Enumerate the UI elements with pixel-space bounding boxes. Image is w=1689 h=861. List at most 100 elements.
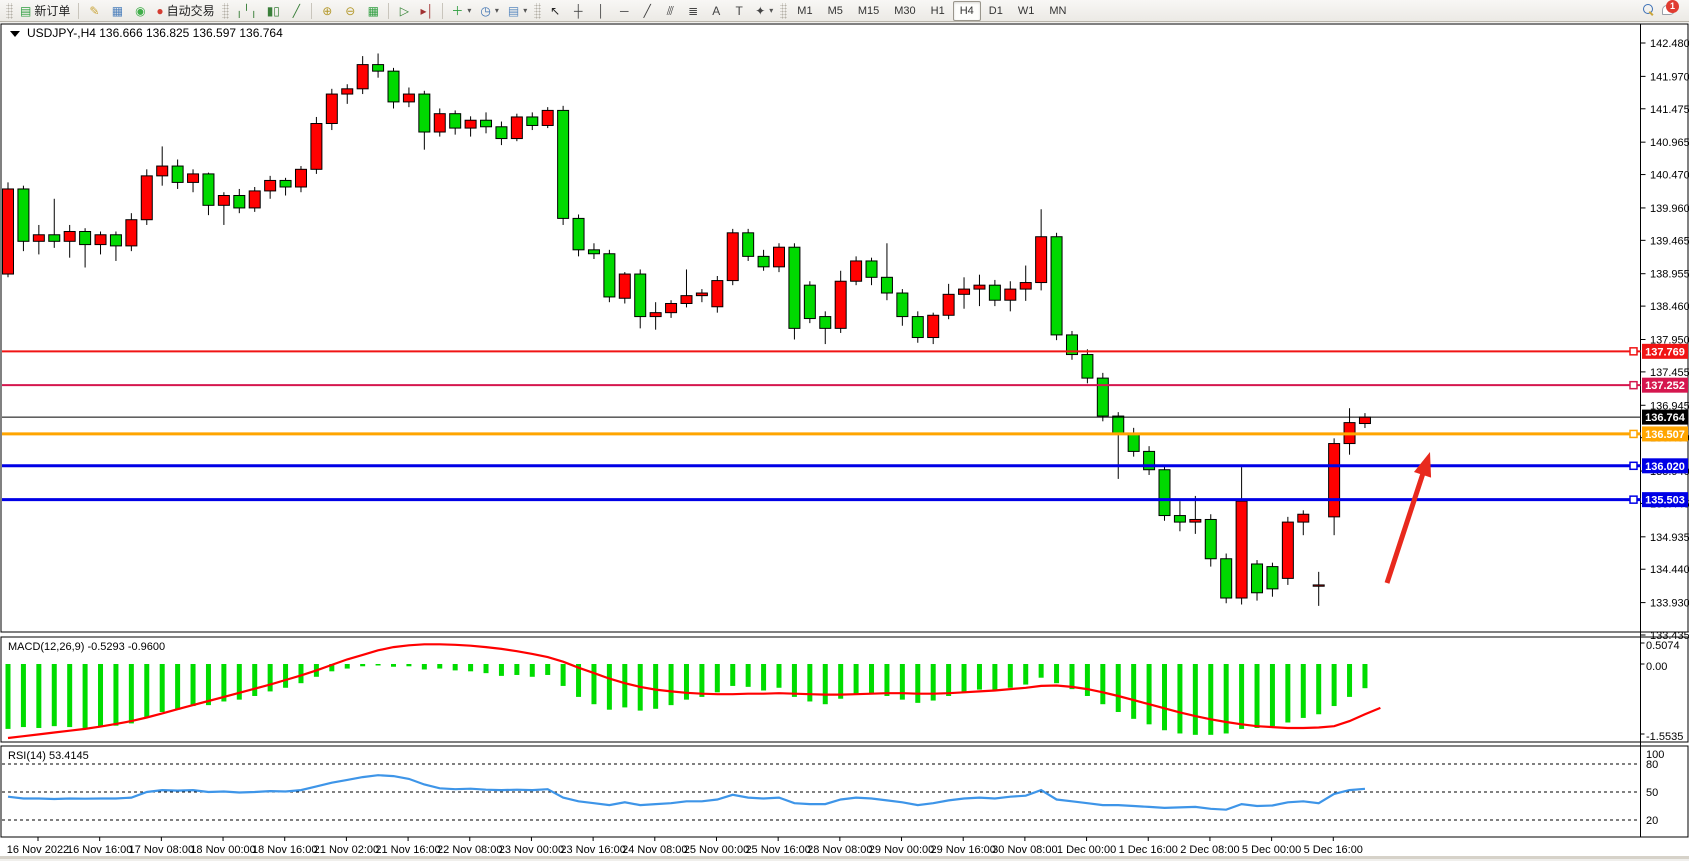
timeframe-button-h1[interactable]: H1 — [924, 1, 952, 21]
timeframe-button-d1[interactable]: D1 — [982, 1, 1010, 21]
chevron-down-icon[interactable]: ▾ — [467, 6, 471, 15]
arrows-button[interactable]: ✦▾ — [751, 1, 777, 21]
fibonacci-icon: ≣ — [688, 5, 698, 17]
time-axis-label: 21 Nov 02:00 — [314, 844, 379, 856]
time-axis-label: 25 Nov 00:00 — [684, 844, 749, 856]
macd-histogram-bar — [514, 664, 519, 675]
macd-histogram-bar — [360, 664, 365, 666]
line-handle[interactable] — [1630, 496, 1637, 503]
market-watch-button[interactable]: ▦ — [106, 1, 128, 21]
autotrading-button[interactable]: ●自动交易 — [152, 1, 218, 21]
time-axis-label: 29 Nov 16:00 — [930, 844, 995, 856]
timeframe-button-h4[interactable]: H4 — [953, 1, 981, 21]
periods-button[interactable]: ◷▾ — [476, 1, 503, 21]
chat-button[interactable]: 1 — [1662, 2, 1675, 20]
line-handle[interactable] — [1630, 462, 1637, 469]
chevron-down-icon[interactable]: ▾ — [523, 6, 527, 15]
time-axis-label: 21 Nov 16:00 — [375, 844, 440, 856]
time-axis-label: 28 Nov 08:00 — [807, 844, 872, 856]
candlestick-type-icon: ▮▯ — [267, 5, 280, 17]
chart-shift-button[interactable]: ▸│ — [416, 1, 438, 21]
equidistant-channel-button[interactable]: ⫻ — [659, 1, 681, 21]
timeframe-button-w1[interactable]: W1 — [1011, 1, 1042, 21]
line-chart-type-button[interactable]: ╱ — [285, 1, 307, 21]
macd-histogram-bar — [1316, 664, 1321, 714]
price-tick-label: 137.455 — [1650, 367, 1689, 379]
candle — [188, 174, 199, 183]
candle — [866, 261, 877, 277]
chart-window: 142.480141.970141.475140.965140.470139.9… — [0, 23, 1689, 856]
candle — [1036, 237, 1047, 283]
macd-histogram-bar — [869, 664, 874, 693]
macd-histogram-bar — [1193, 664, 1198, 735]
text-label-icon: T — [736, 5, 743, 17]
macd-histogram-bar — [992, 664, 997, 690]
notification-badge: 1 — [1666, 0, 1679, 13]
candle — [1313, 585, 1324, 586]
toolbar-separator — [78, 3, 79, 19]
candle — [604, 254, 615, 297]
text-label-button[interactable]: T — [728, 1, 750, 21]
timeframe-button-m1[interactable]: M1 — [790, 1, 819, 21]
macd-histogram-bar — [422, 664, 427, 669]
timeframe-button-m15[interactable]: M15 — [851, 1, 886, 21]
candle — [666, 303, 677, 312]
indicators-button[interactable]: ＋▾ — [447, 1, 475, 21]
text-button[interactable]: A — [705, 1, 727, 21]
candle — [542, 110, 553, 125]
timeframe-button-m30[interactable]: M30 — [887, 1, 922, 21]
search-button[interactable] — [1643, 2, 1654, 20]
macd-histogram-bar — [1162, 664, 1167, 730]
timeframe-button-mn[interactable]: MN — [1042, 1, 1073, 21]
line-handle[interactable] — [1630, 430, 1637, 437]
vertical-line-icon: │ — [597, 5, 605, 17]
macd-histogram-bar — [746, 664, 751, 687]
trading-app-window: ▤新订单✎▦◉●自动交易╷╵╷▮▯╱⊕⊖▦▷▸│＋▾◷▾▤▾↖┼│─╱⫻≣AT✦… — [0, 0, 1689, 859]
line-handle[interactable] — [1630, 382, 1637, 389]
candlestick-type-button[interactable]: ▮▯ — [262, 1, 284, 21]
timeframe-button-m5[interactable]: M5 — [821, 1, 850, 21]
macd-histogram-bar — [1023, 664, 1028, 685]
autotrading-icon: ● — [156, 5, 163, 17]
auto-scroll-button[interactable]: ▷ — [393, 1, 415, 21]
time-axis-label: 17 Nov 08:00 — [129, 844, 194, 856]
horizontal-line-icon: ─ — [620, 5, 629, 17]
trendline-button[interactable]: ╱ — [636, 1, 658, 21]
cursor-button[interactable]: ↖ — [544, 1, 566, 21]
new-order-button[interactable]: ▤新订单 — [16, 1, 74, 21]
signals-button[interactable]: ◉ — [129, 1, 151, 21]
toolbar-separator — [311, 3, 312, 19]
macd-histogram-bar — [406, 664, 411, 666]
macd-histogram-bar — [1131, 664, 1136, 719]
zoom-in-icon: ⊕ — [322, 5, 332, 17]
crosshair-button[interactable]: ┼ — [567, 1, 589, 21]
tile-windows-button[interactable]: ▦ — [362, 1, 384, 21]
candle — [959, 289, 970, 294]
candle — [696, 293, 707, 296]
zoom-out-button[interactable]: ⊖ — [339, 1, 361, 21]
bar-chart-type-button[interactable]: ╷╵╷ — [232, 1, 262, 21]
price-line-label: 136.020 — [1645, 461, 1685, 473]
candle — [758, 256, 769, 266]
candle — [1020, 283, 1031, 290]
fibonacci-button[interactable]: ≣ — [682, 1, 704, 21]
candle — [496, 127, 507, 139]
macd-histogram-bar — [1362, 664, 1367, 688]
line-handle[interactable] — [1630, 348, 1637, 355]
macd-histogram-bar — [1347, 664, 1352, 697]
time-axis-label: 16 Nov 16:00 — [67, 844, 132, 856]
chevron-down-icon[interactable]: ▾ — [495, 6, 499, 15]
candle — [804, 285, 815, 318]
horizontal-line-button[interactable]: ─ — [613, 1, 635, 21]
macd-histogram-bar — [36, 664, 41, 728]
templates-button[interactable]: ▤▾ — [504, 1, 531, 21]
candle — [1005, 289, 1016, 300]
metaeditor-button[interactable]: ✎ — [83, 1, 105, 21]
vertical-line-button[interactable]: │ — [590, 1, 612, 21]
candle — [681, 296, 692, 304]
macd-histogram-bar — [298, 664, 303, 683]
macd-tick-label: 0.5074 — [1646, 640, 1680, 652]
zoom-in-button[interactable]: ⊕ — [316, 1, 338, 21]
chevron-down-icon[interactable]: ▾ — [769, 6, 773, 15]
macd-tick-label: 0.00 — [1646, 661, 1667, 673]
